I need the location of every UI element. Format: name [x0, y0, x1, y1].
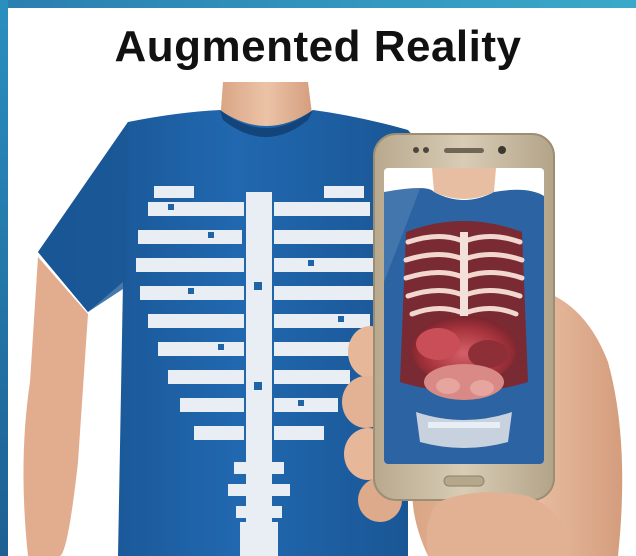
smartphone [373, 133, 555, 501]
slide: Augmented Reality [0, 0, 636, 556]
accent-bar-left [0, 0, 8, 556]
accent-bar-top [0, 0, 636, 8]
slide-title: Augmented Reality [114, 22, 522, 71]
person-left-arm [23, 257, 89, 556]
ar-photo [23, 82, 623, 556]
phone-screen [384, 168, 544, 464]
